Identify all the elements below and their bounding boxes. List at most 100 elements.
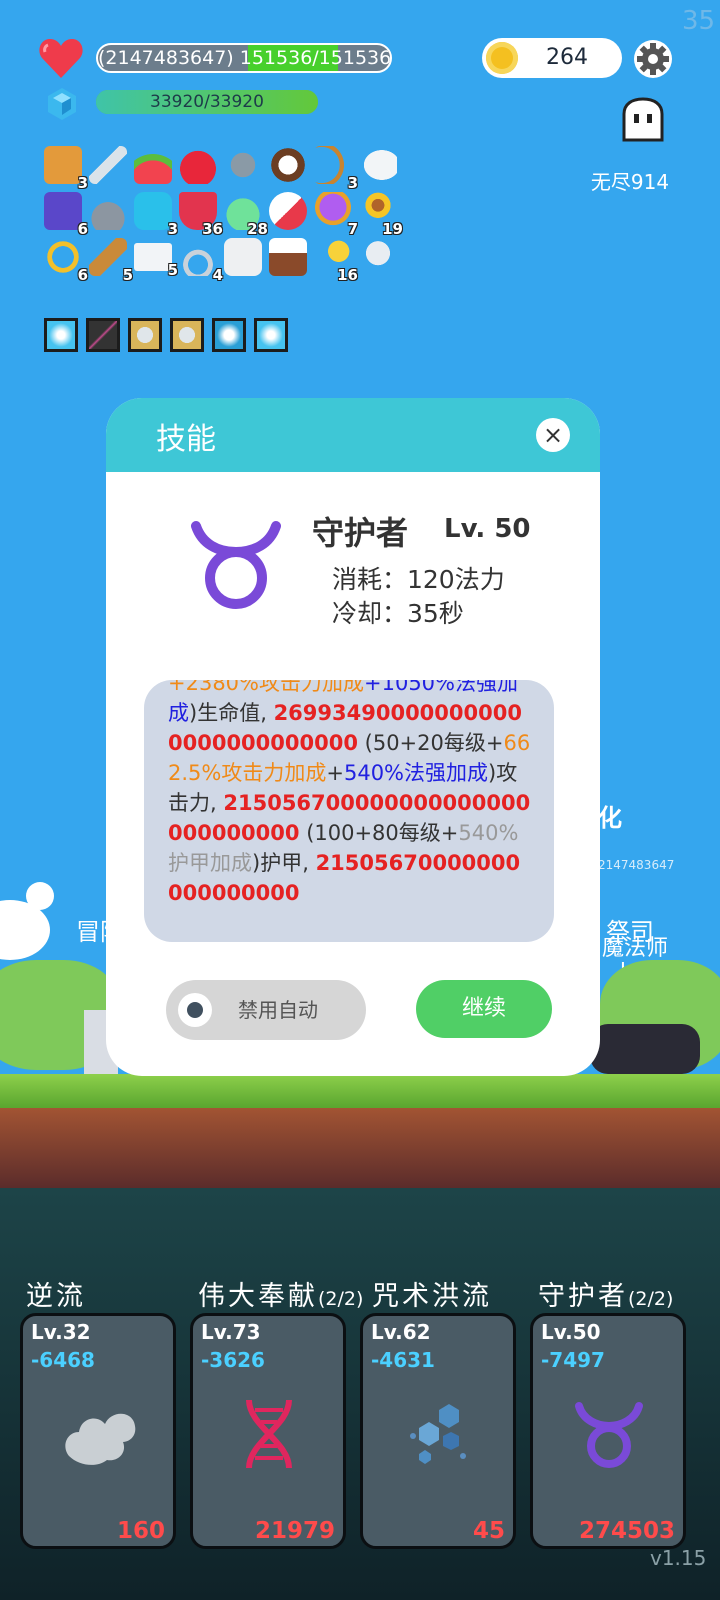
dialog-title: 技能 <box>156 422 216 457</box>
skill-card[interactable]: Lv.62 -4631 45 <box>360 1313 516 1549</box>
item-count: 5 <box>167 261 178 279</box>
skill-title: 守护者(2/2) <box>538 1274 673 1313</box>
coin-value: 264 <box>546 45 588 70</box>
coin-icon <box>486 42 518 74</box>
hp-bar: (2147483647) 151536/151536 <box>96 43 392 73</box>
settings-gear-icon[interactable] <box>632 38 674 80</box>
slime-icon[interactable]: 28 <box>224 192 268 238</box>
strawberry-icon[interactable] <box>179 146 217 184</box>
buff-light-icon <box>254 318 288 352</box>
skill-card-value: 21979 <box>254 1518 335 1544</box>
buff-ghost-icon <box>212 318 246 352</box>
skill-title-count: (2/2) <box>628 1288 674 1310</box>
hp-text: (2147483647) 151536/151536 <box>98 47 392 69</box>
hexagons-icon <box>410 1404 466 1464</box>
inventory-row: 6 3 36 28 7 19 <box>44 192 444 238</box>
dialog-header: 技能 × <box>106 398 600 472</box>
skill-description-text: +2380%攻击力加成+1050%法强加 成)生命值, 269934900000… <box>168 680 532 908</box>
feather-icon[interactable] <box>359 146 397 184</box>
coconut-icon[interactable] <box>269 146 307 184</box>
skill-card-cost: -4631 <box>371 1348 435 1372</box>
mace-icon[interactable] <box>224 146 262 184</box>
mana-text: 33920/33920 <box>150 92 264 112</box>
item-count: 3 <box>167 220 178 238</box>
ground-grass <box>0 1074 720 1108</box>
item-count: 5 <box>122 266 133 284</box>
taurus-icon <box>191 521 281 609</box>
meteor-icon[interactable]: 5 <box>89 238 133 284</box>
desc-part: )护甲, <box>252 851 309 875</box>
sunflower-icon[interactable]: 19 <box>359 192 403 238</box>
skill-title-name: 逆流 <box>26 1281 86 1312</box>
skill-title: 咒术洪流 <box>372 1274 492 1313</box>
magic-wand-icon[interactable]: 16 <box>314 238 358 284</box>
ground-dirt <box>0 1108 720 1188</box>
continue-button[interactable]: 继续 <box>416 980 552 1038</box>
item-count: 19 <box>382 220 403 238</box>
buff-row <box>44 318 288 352</box>
skill-title-name: 伟大奉献 <box>198 1281 318 1312</box>
ghost-icon[interactable] <box>618 96 668 146</box>
item-count: 36 <box>202 220 223 238</box>
skill-title: 逆流 <box>26 1274 86 1313</box>
desc-part: (50+20每级+ <box>357 731 504 755</box>
bow-icon[interactable]: 3 <box>314 146 358 192</box>
skill-cost: 消耗：120法力 <box>332 565 505 594</box>
skill-dialog: 技能 × 守护者 Lv. 50 消耗：120法力 冷却：35秒 +2380%攻击… <box>106 398 600 1076</box>
inventory-row: 3 3 <box>44 146 444 192</box>
skill-card-level: Lv.62 <box>371 1320 431 1344</box>
skill-description-box[interactable]: +2380%攻击力加成+1050%法强加 成)生命值, 269934900000… <box>144 680 554 942</box>
skill-card-level: Lv.32 <box>31 1320 91 1344</box>
cloud <box>26 882 54 910</box>
watermelon-icon[interactable] <box>134 146 172 184</box>
potion-icon[interactable]: 7 <box>314 192 358 238</box>
dice-icon[interactable] <box>224 238 262 276</box>
cloud-icon <box>65 1413 136 1465</box>
version-label: v1.15 <box>650 1546 707 1570</box>
skill-card-value: 45 <box>472 1518 505 1544</box>
close-button[interactable]: × <box>536 418 570 452</box>
skill-title-name: 守护者 <box>538 1281 628 1312</box>
drink-icon[interactable] <box>269 238 307 276</box>
inventory-row: 6 5 5 4 16 <box>44 238 444 284</box>
crystal-shield-icon[interactable]: 3 <box>134 192 178 238</box>
hook-icon[interactable]: 4 <box>179 238 223 284</box>
buff-armor-icon <box>128 318 162 352</box>
item-count: 4 <box>212 266 223 284</box>
item-count: 6 <box>77 266 88 284</box>
desc-part: +2380%攻击力加成 <box>168 680 364 695</box>
item-count: 3 <box>77 174 88 192</box>
viking-helmet-icon[interactable] <box>89 192 127 230</box>
shield-icon[interactable]: 36 <box>179 192 223 238</box>
ring-icon[interactable]: 6 <box>44 238 88 284</box>
skill-cooldown: 冷却：35秒 <box>332 599 464 628</box>
lightbulb-icon[interactable] <box>359 238 397 276</box>
item-count: 7 <box>347 220 358 238</box>
desc-part: )生命值, <box>189 701 267 725</box>
toggle-knob <box>178 993 212 1027</box>
skill-card-cost: -3626 <box>201 1348 265 1372</box>
envelope-icon[interactable]: 5 <box>134 243 178 279</box>
skill-card-level: Lv.50 <box>541 1320 601 1344</box>
buff-armor-plus-icon <box>170 318 204 352</box>
heart-icon <box>39 39 83 78</box>
desc-part: (100+80每级+ <box>299 821 459 845</box>
skill-card-value: 274503 <box>578 1518 675 1544</box>
skill-title-count: (2/2) <box>318 1288 364 1310</box>
skill-card[interactable]: Lv.32 -6468 160 <box>20 1313 176 1549</box>
item-count: 3 <box>347 174 358 192</box>
disable-auto-toggle[interactable]: 禁用自动 <box>166 980 366 1040</box>
skill-card-value: 160 <box>116 1518 165 1544</box>
toggle-label: 禁用自动 <box>238 998 318 1022</box>
hat-icon[interactable]: 6 <box>44 192 88 238</box>
sword-icon[interactable] <box>89 146 127 184</box>
desc-part: +1050%法强加 <box>364 680 518 695</box>
spellbook-icon[interactable]: 3 <box>44 146 88 192</box>
pill-icon[interactable] <box>269 192 307 230</box>
skill-card[interactable]: Lv.50 -7497 274503 <box>530 1313 686 1549</box>
skill-name: 守护者 <box>312 514 409 552</box>
skill-card[interactable]: Lv.73 -3626 21979 <box>190 1313 346 1549</box>
coin-counter: 264 <box>482 38 622 78</box>
desc-part: + <box>326 761 344 785</box>
scene-text: 化 <box>598 804 622 832</box>
